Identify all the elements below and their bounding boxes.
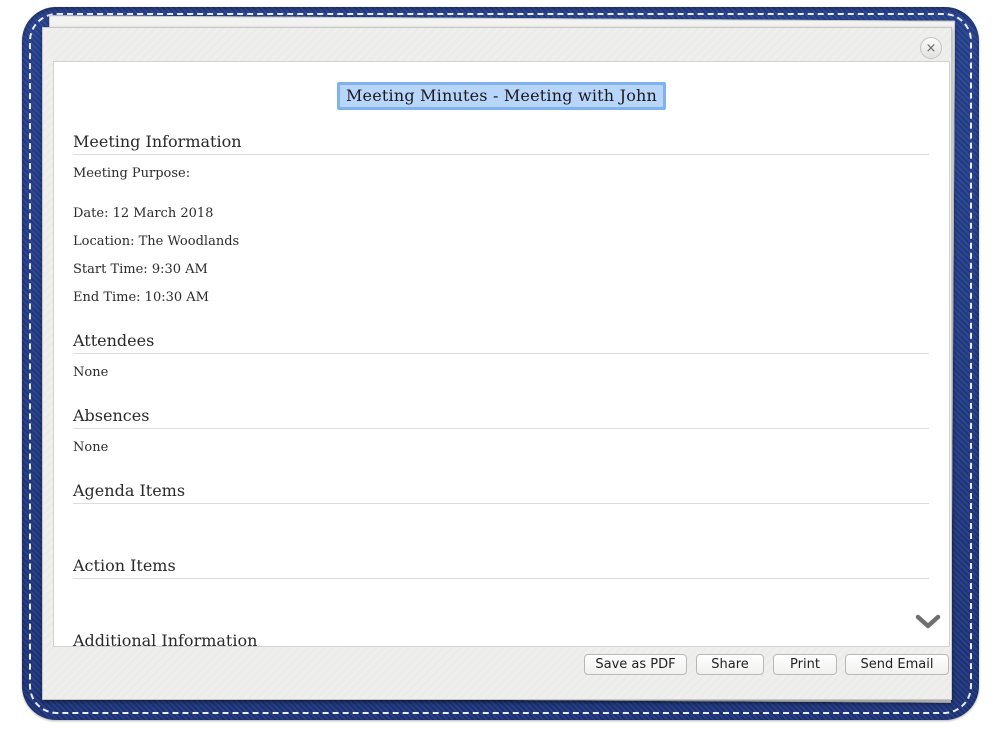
meeting-location: Location: The Woodlands [73, 234, 240, 249]
document-title[interactable]: Meeting Minutes - Meeting with John [336, 82, 667, 110]
print-button[interactable]: Print [773, 654, 837, 675]
share-button[interactable]: Share [696, 654, 764, 675]
meeting-purpose: Meeting Purpose: [73, 166, 191, 181]
section-heading-attendees: Attendees [73, 331, 929, 354]
section-heading-meeting-information: Meeting Information [73, 132, 929, 155]
attendees-value: None [73, 365, 109, 380]
close-button[interactable]: × [920, 37, 942, 59]
meeting-end-time: End Time: 10:30 AM [73, 290, 209, 305]
section-heading-agenda-items: Agenda Items [73, 481, 929, 504]
meeting-start-time: Start Time: 9:30 AM [73, 262, 208, 277]
title-row: Meeting Minutes - Meeting with John [54, 82, 949, 110]
save-as-pdf-button[interactable]: Save as PDF [584, 654, 687, 675]
absences-value: None [73, 440, 109, 455]
chevron-down-icon [915, 614, 941, 629]
scroll-down-button[interactable] [913, 612, 943, 632]
close-icon: × [925, 40, 937, 56]
meeting-date: Date: 12 March 2018 [73, 206, 214, 221]
section-heading-action-items: Action Items [73, 556, 929, 579]
send-email-button[interactable]: Send Email [845, 654, 949, 675]
section-heading-additional-information: Additional Information [73, 631, 929, 646]
document-preview[interactable]: Meeting Minutes - Meeting with John Meet… [53, 61, 950, 647]
section-heading-absences: Absences [73, 406, 929, 429]
